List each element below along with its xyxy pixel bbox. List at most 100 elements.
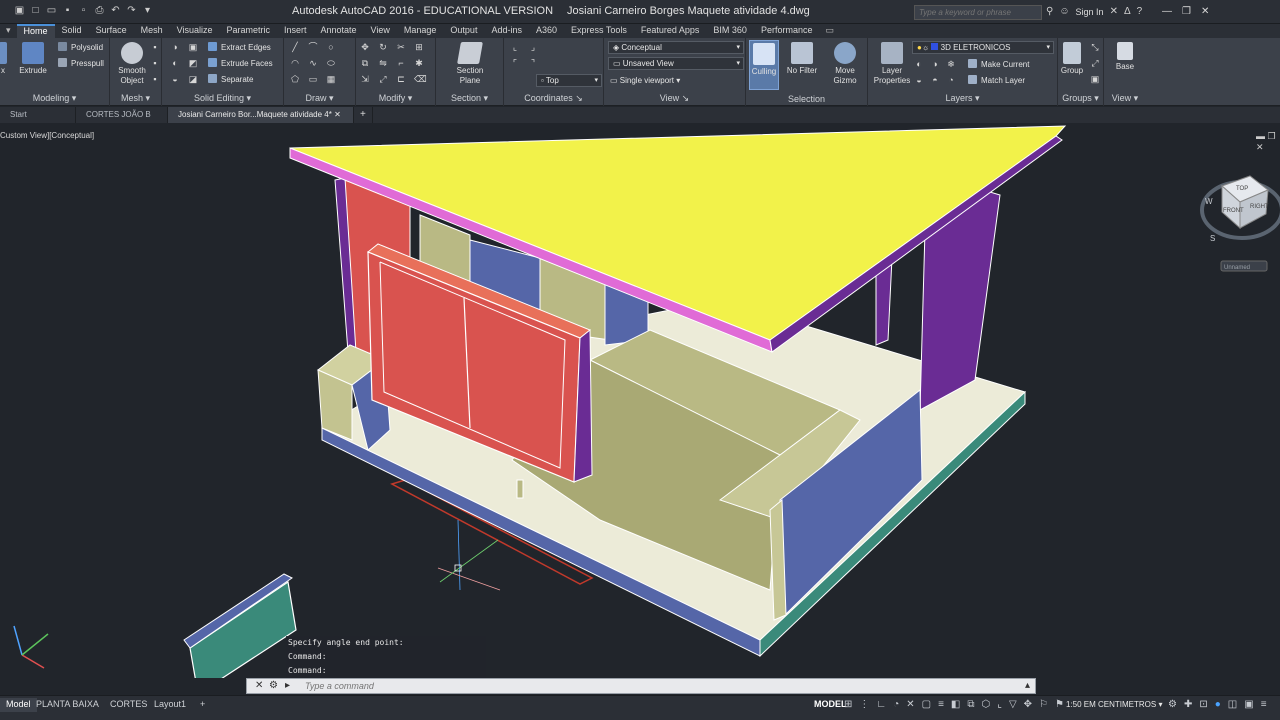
slice-icon[interactable]: ◩ [188,58,198,68]
ribbon-tab-a360[interactable]: A360 [529,24,564,38]
interfere-icon[interactable]: ▣ [188,42,198,52]
subtract-icon[interactable]: ◐ [170,58,180,68]
trim-icon[interactable]: ✂ [396,42,406,52]
isolate-objects-icon[interactable]: ● [1215,699,1221,710]
layer-freeze-icon[interactable]: ❄ [946,59,956,69]
no-filter-button[interactable]: No Filter [784,42,820,76]
modify-panel-title[interactable]: Modify ▾ [356,93,435,104]
ribbon-tab-bim-360[interactable]: BIM 360 [706,24,754,38]
layers-panel-title[interactable]: Layers ▾ [868,93,1057,104]
viewcube-south-text[interactable]: S [1210,234,1215,243]
object-snap-tracking-icon[interactable]: ✕ [906,699,914,710]
selection-panel-title[interactable]: Selection [746,94,867,104]
command-close-icon[interactable]: ✕ [255,680,263,691]
polygon-icon[interactable]: ⬠ [290,74,300,84]
move-icon[interactable]: ✥ [360,42,370,52]
polysolid-button[interactable]: Polysolid [58,42,103,54]
ribbon-tab-solid[interactable]: Solid [55,24,89,38]
rotate-icon[interactable]: ↻ [378,42,388,52]
ribbon-tab-express-tools[interactable]: Express Tools [564,24,634,38]
save-as-icon[interactable]: ▫ [78,5,89,16]
app-menu-icon[interactable]: ▣ [14,5,25,16]
culling-button[interactable]: Culling [749,40,779,90]
mesh-panel-title[interactable]: Mesh ▾ [110,93,161,104]
command-history-toggle-icon[interactable]: ▴ [1025,680,1030,691]
group-select-icon[interactable]: ▣ [1090,74,1100,84]
ucs-world-icon[interactable]: ⌟ [528,42,538,52]
mirror-icon[interactable]: ⇋ [378,58,388,68]
ribbon-tab-view[interactable]: View [364,24,397,38]
view-panel-title[interactable]: View ↘ [604,93,745,104]
layer-lock-icon[interactable]: ◒ [914,75,924,85]
ribbon-tab-annotate[interactable]: Annotate [314,24,364,38]
doc-tab-start[interactable]: Start [0,107,76,123]
workspace-gear-icon[interactable]: ⚙ [1168,699,1177,710]
ucs-face-icon[interactable]: ⌝ [528,58,538,68]
layer-off-icon[interactable]: ◐ [914,59,924,69]
add-layout-button[interactable]: + [194,698,211,712]
mesh-tool-2-icon[interactable]: ▪ [150,58,160,68]
redo-icon[interactable]: ↷ [126,5,137,16]
print-icon[interactable]: ⎙ [94,5,105,16]
make-current-button[interactable]: Make Current [968,59,1029,71]
model-space-button[interactable]: MODEL [814,699,847,709]
selection-cycling-icon[interactable]: ⧉ [967,699,974,710]
layer-unisolate-icon[interactable]: ◓ [930,75,940,85]
layer-on-icon[interactable]: ◔ [946,75,956,85]
ribbon-tab-mesh[interactable]: Mesh [134,24,170,38]
close-icon[interactable]: ✕ [1201,6,1209,17]
extrude-faces-button[interactable]: Extrude Faces [208,58,273,70]
visual-style-dropdown[interactable]: ◈ Conceptual ▾ [608,41,744,54]
spline-icon[interactable]: ∿ [308,58,318,68]
mesh-tool-1-icon[interactable]: ▪ [150,42,160,52]
new-icon[interactable]: □ [30,5,41,16]
open-icon[interactable]: ▭ [46,5,57,16]
extrude-button[interactable]: Extrude [16,42,50,76]
ortho-icon[interactable]: ∟ [876,699,886,710]
move-gizmo-button[interactable]: Move Gizmo [826,42,864,86]
thicken-icon[interactable]: ◪ [188,74,198,84]
base-view-button[interactable]: Base [1108,42,1142,72]
units-icon[interactable]: ⊡ [1199,699,1207,710]
ribbon-display-toggle-icon[interactable]: ▭ [819,24,840,38]
extract-edges-button[interactable]: Extract Edges [208,42,271,54]
current-layer-dropdown[interactable]: ●☼ 3D ELETRONICOS ▾ [912,41,1054,54]
draw-panel-title[interactable]: Draw ▾ [284,93,355,104]
section-panel-title[interactable]: Section ▾ [436,93,503,104]
qat-dropdown-icon[interactable]: ▾ [142,5,153,16]
ribbon-tab-home[interactable]: Home [16,24,55,38]
layout-tab-planta-baixa[interactable]: PLANTA BAIXA [30,698,105,712]
hatch-icon[interactable]: ▦ [326,74,336,84]
circle-icon[interactable]: ○ [326,42,336,52]
ribbon-tab-surface[interactable]: Surface [89,24,134,38]
wcs-menu[interactable]: Unnamed [1220,260,1268,272]
annotation-monitor-icon[interactable]: ✚ [1184,699,1192,710]
base-view-panel-title[interactable]: View ▾ [1104,93,1146,104]
clean-screen-icon[interactable]: ▣ [1244,699,1253,710]
mesh-tool-3-icon[interactable]: ▪ [150,74,160,84]
scale-icon[interactable]: ⤢ [378,74,388,84]
annotation-scale[interactable]: 1:50 EM CENTIMETROS ▾ [1066,700,1163,709]
fillet-icon[interactable]: ⌐ [396,58,406,68]
stretch-icon[interactable]: ⇲ [360,74,370,84]
separate-button[interactable]: Separate [208,74,253,86]
layer-properties-button[interactable]: Layer Properties [872,42,912,86]
transparency-icon[interactable]: ◧ [951,699,960,710]
exchange-icon[interactable]: ✕ [1110,6,1118,17]
a360-icon[interactable]: Δ [1124,6,1131,17]
ribbon-tab-performance[interactable]: Performance [754,24,820,38]
solid-editing-panel-title[interactable]: Solid Editing ▾ [162,93,283,104]
ribbon-tab-parametric[interactable]: Parametric [219,24,277,38]
rectangle-icon[interactable]: ▭ [308,74,318,84]
polar-icon[interactable]: ◔ [893,699,899,710]
ribbon-tab-manage[interactable]: Manage [397,24,444,38]
undo-icon[interactable]: ↶ [110,5,121,16]
copy-icon[interactable]: ⧉ [360,58,370,68]
ribbon-tab-featured-apps[interactable]: Featured Apps [634,24,707,38]
hardware-acceleration-icon[interactable]: ◫ [1228,699,1237,710]
sign-in-button[interactable]: Sign In [1076,7,1104,17]
ungroup-icon[interactable]: ⤡ [1090,42,1100,52]
array-icon[interactable]: ⊞ [414,42,424,52]
gizmo-icon[interactable]: ✥ [1024,699,1032,710]
application-menu-arrow[interactable]: ▾ [0,24,17,38]
